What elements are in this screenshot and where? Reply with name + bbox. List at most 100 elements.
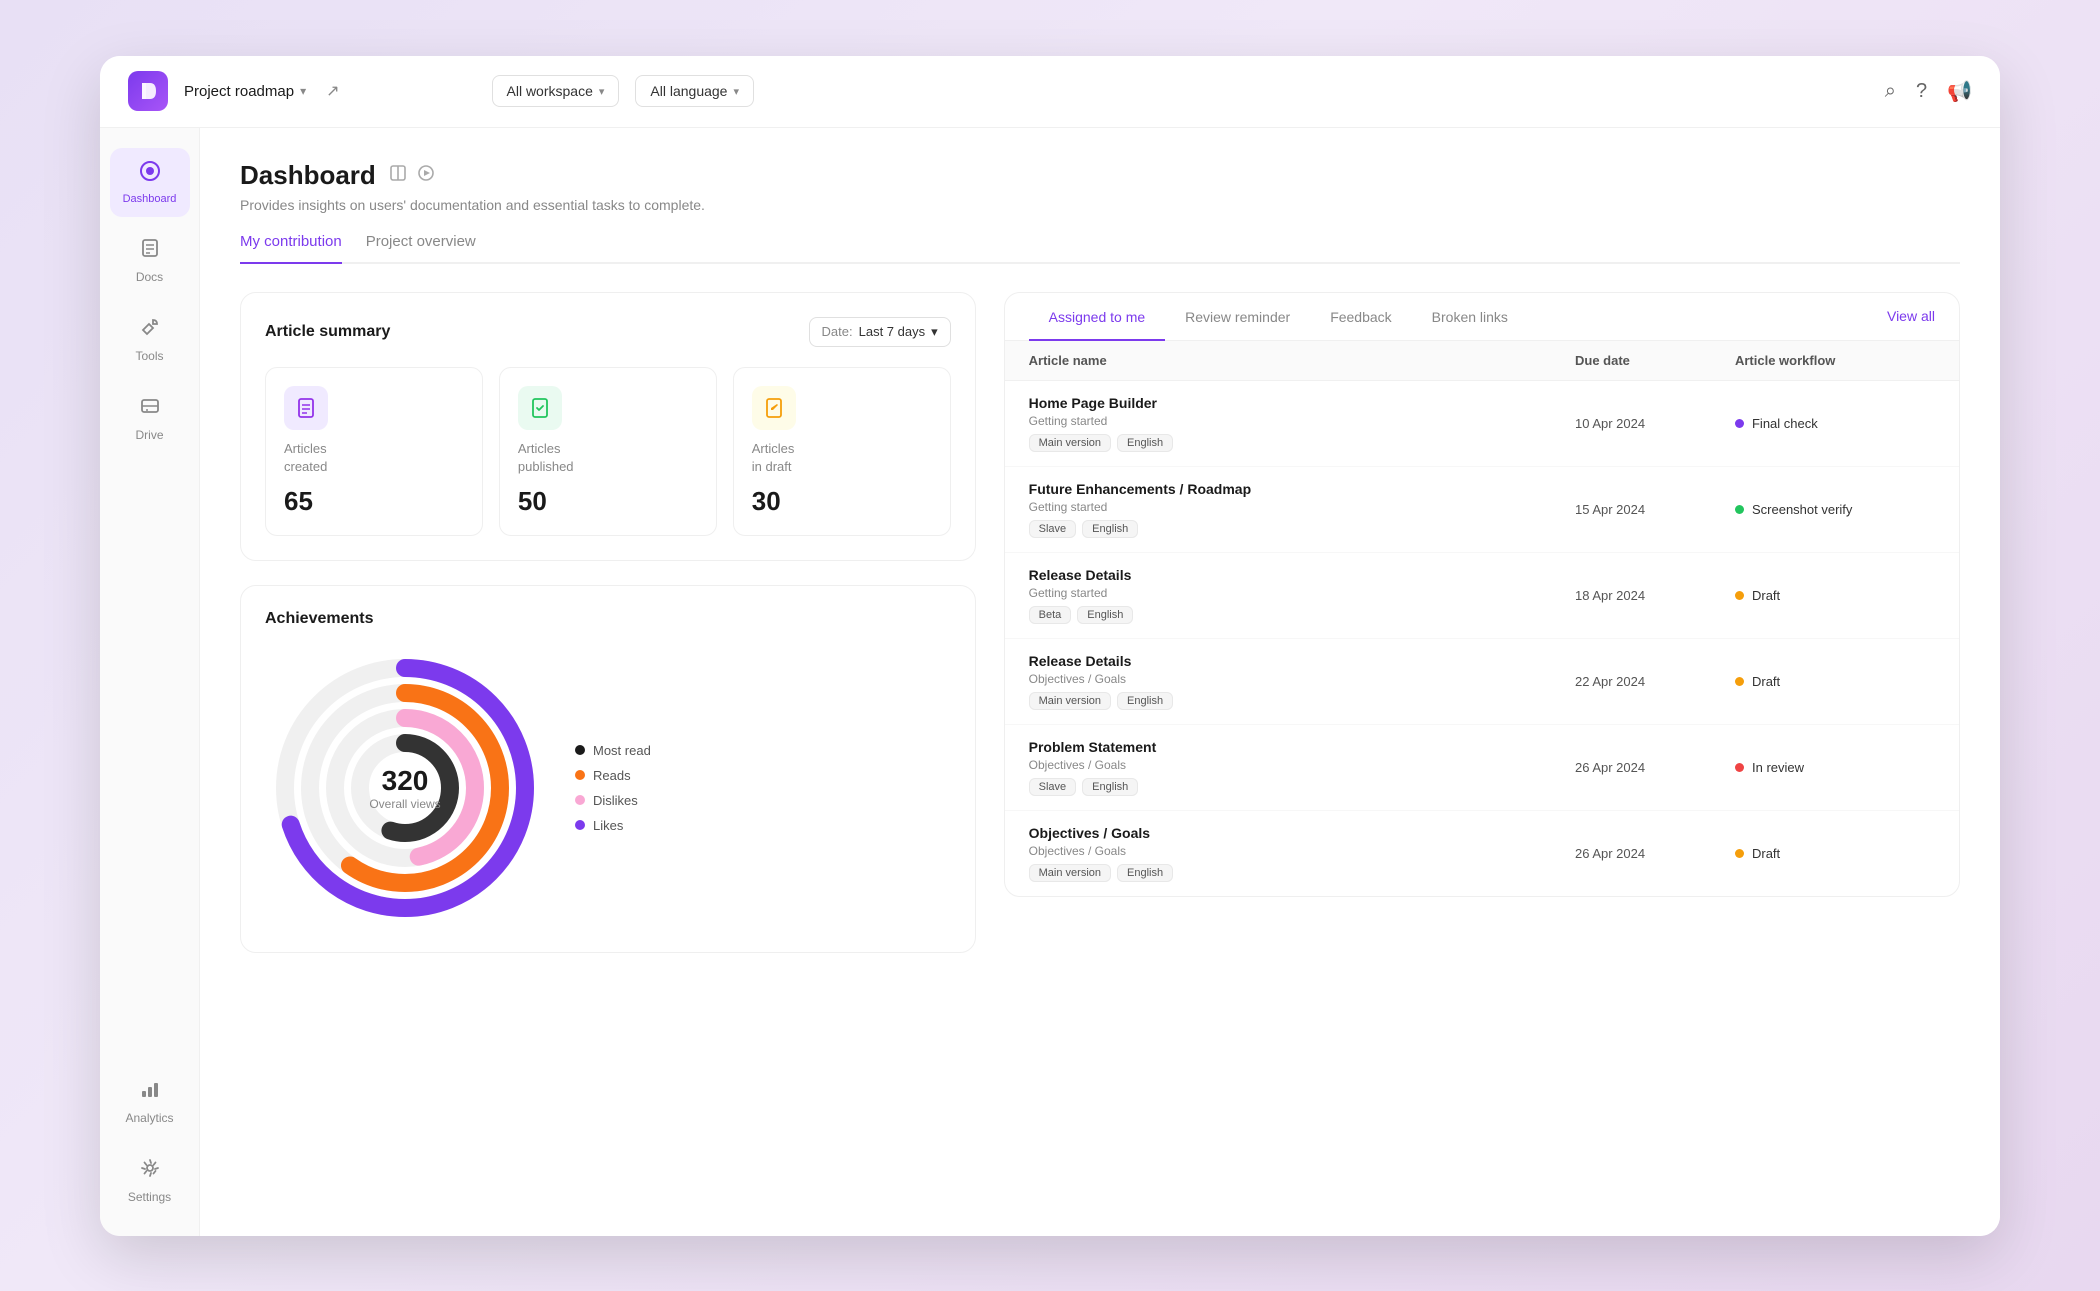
legend-most-read: Most read <box>575 743 651 758</box>
workflow-dot <box>1735 763 1744 772</box>
drive-icon <box>139 395 161 423</box>
tab-project-overview[interactable]: Project overview <box>366 233 476 264</box>
draft-icon <box>752 386 796 430</box>
date-selector[interactable]: Date: Last 7 days ▾ <box>809 317 951 347</box>
dislikes-dot <box>575 795 585 805</box>
table-row: Home Page Builder Getting started Main v… <box>1005 381 1959 467</box>
play-icon[interactable] <box>416 163 436 188</box>
search-icon[interactable]: ⌕ <box>1885 80 1896 103</box>
article-summary-title: Article summary <box>265 323 390 341</box>
stats-grid: Articlescreated 65 <box>265 367 951 536</box>
workflow-dot <box>1735 849 1744 858</box>
notification-icon[interactable]: 📢 <box>1947 79 1972 104</box>
created-icon <box>284 386 328 430</box>
achievements-title: Achievements <box>265 610 951 628</box>
tag: Main version <box>1029 434 1111 452</box>
tab-review-reminder[interactable]: Review reminder <box>1165 293 1310 341</box>
tag: Slave <box>1029 778 1077 796</box>
date-label: Date: <box>822 324 853 339</box>
workflow-dot <box>1735 419 1744 428</box>
col-article-name: Article name <box>1029 353 1575 368</box>
article-info: Future Enhancements / Roadmap Getting st… <box>1029 481 1575 538</box>
workflow-status: Screenshot verify <box>1735 502 1935 517</box>
tab-feedback[interactable]: Feedback <box>1310 293 1411 341</box>
col-due-date: Due date <box>1575 353 1735 368</box>
tab-assigned-to-me[interactable]: Assigned to me <box>1029 293 1166 341</box>
page-title: Dashboard <box>240 160 376 191</box>
left-column: Article summary Date: Last 7 days ▾ <box>240 292 976 953</box>
tools-icon <box>139 316 161 344</box>
article-info: Home Page Builder Getting started Main v… <box>1029 395 1575 452</box>
table-row: Objectives / Goals Objectives / Goals Ma… <box>1005 811 1959 896</box>
workspace-dropdown-arrow: ▾ <box>599 85 605 98</box>
sidebar-item-settings[interactable]: Settings <box>110 1145 190 1216</box>
sidebar-item-analytics[interactable]: Analytics <box>110 1066 190 1137</box>
dashboard-icon <box>139 160 161 188</box>
donut-chart: 320 Overall views <box>265 648 545 928</box>
app-container: Project roadmap ▾ ↗ All workspace ▾ All … <box>100 56 2000 1236</box>
stat-created: Articlescreated 65 <box>265 367 483 536</box>
docs-icon <box>139 237 161 265</box>
table-row: Future Enhancements / Roadmap Getting st… <box>1005 467 1959 553</box>
help-icon[interactable]: ? <box>1916 80 1927 103</box>
sidebar-item-dashboard[interactable]: Dashboard <box>110 148 190 217</box>
settings-icon <box>139 1157 161 1185</box>
tag: English <box>1082 520 1138 538</box>
sidebar-item-docs[interactable]: Docs <box>110 225 190 296</box>
app-logo <box>128 71 168 111</box>
tag: English <box>1077 606 1133 624</box>
project-selector[interactable]: Project roadmap ▾ <box>184 83 306 100</box>
workflow-status: Final check <box>1735 416 1935 431</box>
content-area: Dashboard <box>200 128 2000 1236</box>
project-dropdown-arrow: ▾ <box>300 84 306 98</box>
page-title-icons <box>388 163 436 188</box>
created-value: 65 <box>284 486 464 517</box>
date-dropdown-arrow: ▾ <box>931 324 938 340</box>
article-info: Release Details Objectives / Goals Main … <box>1029 653 1575 710</box>
workflow-dot <box>1735 677 1744 686</box>
sidebar-item-tools[interactable]: Tools <box>110 304 190 375</box>
language-selector[interactable]: All language ▾ <box>635 75 754 107</box>
workflow-status: Draft <box>1735 588 1935 603</box>
external-link-icon[interactable]: ↗ <box>326 81 339 101</box>
tag: English <box>1082 778 1138 796</box>
workflow-dot <box>1735 505 1744 514</box>
likes-dot <box>575 820 585 830</box>
book-icon[interactable] <box>388 163 408 188</box>
donut-label: Overall views <box>369 797 440 811</box>
stat-published: Articlespublished 50 <box>499 367 717 536</box>
tab-broken-links[interactable]: Broken links <box>1412 293 1528 341</box>
achievements-card: Achievements <box>240 585 976 953</box>
tag: Beta <box>1029 606 1072 624</box>
content-tabs: My contribution Project overview <box>240 233 1960 264</box>
article-info: Objectives / Goals Objectives / Goals Ma… <box>1029 825 1575 882</box>
tab-my-contribution[interactable]: My contribution <box>240 233 342 264</box>
stat-draft: Articlesin draft 30 <box>733 367 951 536</box>
tag: Main version <box>1029 692 1111 710</box>
tag: English <box>1117 434 1173 452</box>
dashboard-columns: Article summary Date: Last 7 days ▾ <box>240 292 1960 953</box>
table-row: Release Details Getting started Beta Eng… <box>1005 553 1959 639</box>
draft-value: 30 <box>752 486 932 517</box>
most-read-dot <box>575 745 585 755</box>
workspace-selector[interactable]: All workspace ▾ <box>492 75 620 107</box>
chart-area: 320 Overall views Most read <box>265 648 951 928</box>
view-all-button[interactable]: View all <box>1887 308 1935 324</box>
right-tabs: Assigned to me Review reminder Feedback … <box>1005 293 1959 341</box>
col-workflow: Article workflow <box>1735 353 1935 368</box>
published-label: Articlespublished <box>518 440 698 476</box>
page-subtitle: Provides insights on users' documentatio… <box>240 197 1960 213</box>
published-icon <box>518 386 562 430</box>
workflow-dot <box>1735 591 1744 600</box>
table-row: Release Details Objectives / Goals Main … <box>1005 639 1959 725</box>
topbar-icons: ⌕ ? 📢 <box>1885 79 1972 104</box>
table-header: Article name Due date Article workflow <box>1005 341 1959 381</box>
sidebar-item-drive[interactable]: Drive <box>110 383 190 454</box>
right-column: Assigned to me Review reminder Feedback … <box>1004 292 1960 953</box>
reads-dot <box>575 770 585 780</box>
legend-reads: Reads <box>575 768 651 783</box>
table-row: Problem Statement Objectives / Goals Sla… <box>1005 725 1959 811</box>
workflow-status: Draft <box>1735 846 1935 861</box>
article-info: Release Details Getting started Beta Eng… <box>1029 567 1575 624</box>
sidebar: Dashboard Docs <box>100 128 200 1236</box>
